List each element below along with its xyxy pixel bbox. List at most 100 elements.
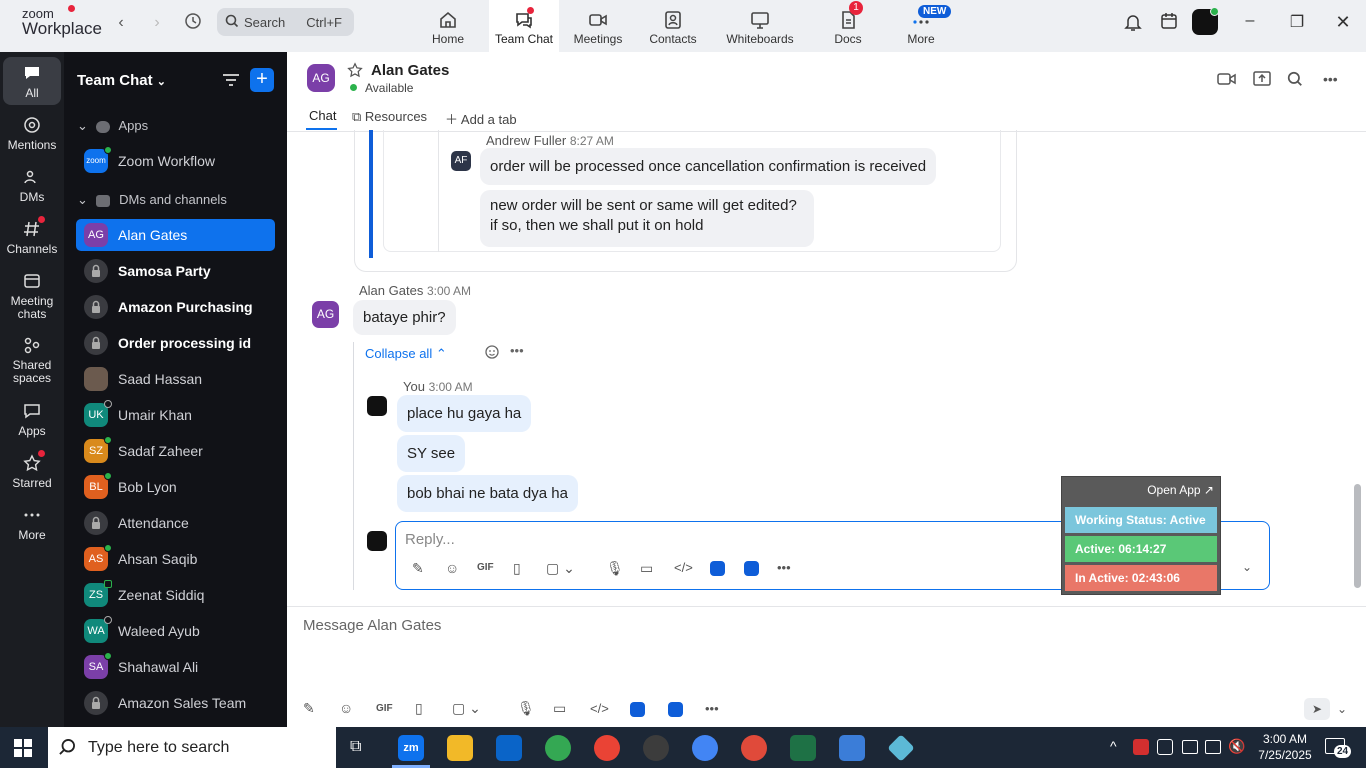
tab-meetings[interactable]: Meetings bbox=[568, 0, 628, 52]
add-reaction-icon[interactable] bbox=[484, 344, 500, 363]
sidebar-item-umair-khan[interactable]: UK Umair Khan bbox=[76, 399, 275, 431]
video-message-icon[interactable]: ▭ bbox=[553, 700, 566, 717]
add-tab-button[interactable]: ＋ Add a tab bbox=[445, 109, 517, 128]
section-apps[interactable]: ⌄ Apps bbox=[77, 118, 148, 134]
reply-input[interactable]: Reply... bbox=[405, 531, 455, 548]
tab-docs[interactable]: Docs bbox=[823, 0, 873, 52]
list-item[interactable]: zoom Zoom Workflow bbox=[76, 145, 275, 177]
search-input[interactable]: Search Ctrl+F bbox=[217, 8, 354, 36]
scrollbar[interactable] bbox=[1354, 484, 1361, 588]
app-icon[interactable] bbox=[887, 734, 915, 762]
tab-team-chat[interactable]: Team Chat bbox=[489, 0, 559, 52]
video-call-icon[interactable] bbox=[1217, 72, 1237, 89]
gif-icon[interactable]: GIF bbox=[477, 562, 494, 573]
chrome-icon[interactable] bbox=[692, 735, 718, 761]
chrome-icon[interactable] bbox=[545, 735, 571, 761]
zoom-app-icon[interactable] bbox=[710, 561, 725, 576]
rail-more[interactable]: More bbox=[0, 506, 64, 542]
chrome-icon[interactable] bbox=[741, 735, 767, 761]
sidebar-item-attendance[interactable]: Attendance bbox=[76, 507, 275, 539]
emoji-icon[interactable]: ☺ bbox=[445, 560, 459, 576]
bell-icon[interactable] bbox=[1121, 12, 1145, 36]
volume-muted-icon[interactable]: 🔇 bbox=[1228, 738, 1245, 755]
sidebar-item-alan-gates[interactable]: AG Alan Gates bbox=[76, 219, 275, 251]
tab-home[interactable]: Home bbox=[418, 0, 478, 52]
file-explorer-icon[interactable] bbox=[447, 735, 473, 761]
emoji-icon[interactable]: ☺ bbox=[339, 700, 353, 716]
tab-chat[interactable]: Chat bbox=[309, 108, 336, 123]
excel-icon[interactable] bbox=[790, 735, 816, 761]
video-message-icon[interactable]: ▭ bbox=[640, 560, 653, 577]
close-icon[interactable]: ✕ bbox=[1331, 12, 1355, 36]
sidebar-item-sadaf-zaheer[interactable]: SZ Sadaf Zaheer bbox=[76, 435, 275, 467]
sidebar-item-saad-hassan[interactable]: Saad Hassan bbox=[76, 363, 275, 395]
send-button[interactable]: ➤ bbox=[1304, 698, 1330, 720]
tray-icon[interactable] bbox=[1157, 739, 1173, 755]
history-icon[interactable] bbox=[182, 12, 204, 34]
task-view-icon[interactable]: ⧉ bbox=[350, 738, 361, 756]
sidebar-item-order-processing-id[interactable]: Order processing id bbox=[76, 327, 275, 359]
message-input[interactable]: Message Alan Gates bbox=[303, 617, 441, 634]
send-options-icon[interactable]: ⌄ bbox=[1242, 560, 1252, 574]
zoom-taskbar-icon[interactable]: zm bbox=[398, 735, 424, 761]
calendar-icon[interactable] bbox=[1157, 12, 1181, 36]
taskbar-clock[interactable]: 3:00 AM 7/25/2025 bbox=[1255, 731, 1315, 763]
rail-apps[interactable]: Apps bbox=[0, 402, 64, 438]
whiteboard-app-icon[interactable] bbox=[668, 702, 683, 717]
open-app-link[interactable]: Open App ↗ bbox=[1147, 483, 1214, 497]
sidebar-title[interactable]: Team Chat ⌄ bbox=[77, 72, 166, 89]
acrobat-tray-icon[interactable] bbox=[1133, 739, 1149, 755]
tab-whiteboards[interactable]: Whiteboards bbox=[720, 0, 800, 52]
share-screen-icon[interactable] bbox=[1253, 71, 1271, 90]
search-icon[interactable] bbox=[1287, 71, 1303, 90]
sidebar-item-zeenat-siddiq[interactable]: ZS Zeenat Siddiq bbox=[76, 579, 275, 611]
section-dms[interactable]: ⌄ DMs and channels bbox=[77, 192, 227, 208]
mic-icon[interactable]: 🎙 bbox=[517, 700, 535, 717]
minimize-icon[interactable]: – bbox=[1238, 12, 1262, 36]
rail-shared-spaces[interactable]: Shared spaces bbox=[0, 336, 64, 385]
rail-dms[interactable]: DMs bbox=[0, 168, 64, 204]
chrome-icon[interactable] bbox=[594, 735, 620, 761]
gif-icon[interactable]: GIF bbox=[376, 703, 393, 714]
back-icon[interactable]: ‹ bbox=[110, 12, 132, 34]
restore-icon[interactable]: ❐ bbox=[1285, 12, 1309, 36]
more-tools-icon[interactable]: ••• bbox=[705, 701, 719, 716]
outlook-icon[interactable] bbox=[496, 735, 522, 761]
collapse-all-button[interactable]: Collapse all ⌃ bbox=[365, 346, 447, 362]
send-options-icon[interactable]: ⌄ bbox=[1337, 702, 1347, 716]
code-icon[interactable]: </> bbox=[674, 560, 693, 575]
file-icon[interactable]: ▯ bbox=[415, 700, 423, 717]
taskbar-search[interactable]: Type here to search bbox=[48, 727, 336, 768]
calculator-icon[interactable] bbox=[839, 735, 865, 761]
sidebar-item-waleed-ayub[interactable]: WA Waleed Ayub bbox=[76, 615, 275, 647]
rail-channels[interactable]: Channels bbox=[0, 220, 64, 256]
zoom-app-icon[interactable] bbox=[630, 702, 645, 717]
rail-meeting-chats[interactable]: Meeting chats bbox=[0, 272, 64, 321]
whiteboard-app-icon[interactable] bbox=[744, 561, 759, 576]
rail-all[interactable]: All bbox=[3, 57, 61, 105]
star-icon[interactable] bbox=[347, 62, 363, 81]
format-icon[interactable]: ✎ bbox=[412, 560, 424, 577]
tab-resources[interactable]: ⧉ Resources bbox=[352, 109, 427, 125]
format-icon[interactable]: ✎ bbox=[303, 700, 315, 717]
more-icon[interactable]: ••• bbox=[510, 343, 524, 358]
screenshot-icon[interactable]: ▢ ⌄ bbox=[546, 560, 575, 577]
sidebar-item-amazon-sales-team[interactable]: Amazon Sales Team bbox=[76, 687, 275, 719]
network-icon[interactable] bbox=[1205, 740, 1221, 754]
rail-mentions[interactable]: Mentions bbox=[0, 116, 64, 152]
windows-start-icon[interactable] bbox=[14, 739, 32, 760]
code-icon[interactable]: </> bbox=[590, 701, 609, 716]
tab-contacts[interactable]: Contacts bbox=[643, 0, 703, 52]
forward-icon[interactable]: › bbox=[146, 12, 168, 34]
sidebar-item-bob-lyon[interactable]: BL Bob Lyon bbox=[76, 471, 275, 503]
new-chat-button[interactable]: + bbox=[250, 68, 274, 92]
file-icon[interactable]: ▯ bbox=[513, 560, 521, 577]
sidebar-item-samosa-party[interactable]: Samosa Party bbox=[76, 255, 275, 287]
more-options-icon[interactable]: ••• bbox=[1323, 71, 1338, 87]
more-tools-icon[interactable]: ••• bbox=[777, 560, 791, 575]
rail-starred[interactable]: Starred bbox=[0, 454, 64, 490]
chevron-up-icon[interactable]: ^ bbox=[1110, 738, 1117, 754]
sidebar-item-amazon-purchasing[interactable]: Amazon Purchasing bbox=[76, 291, 275, 323]
sidebar-item-ahsan-saqib[interactable]: AS Ahsan Saqib bbox=[76, 543, 275, 575]
mic-icon[interactable]: 🎙 bbox=[606, 560, 624, 577]
